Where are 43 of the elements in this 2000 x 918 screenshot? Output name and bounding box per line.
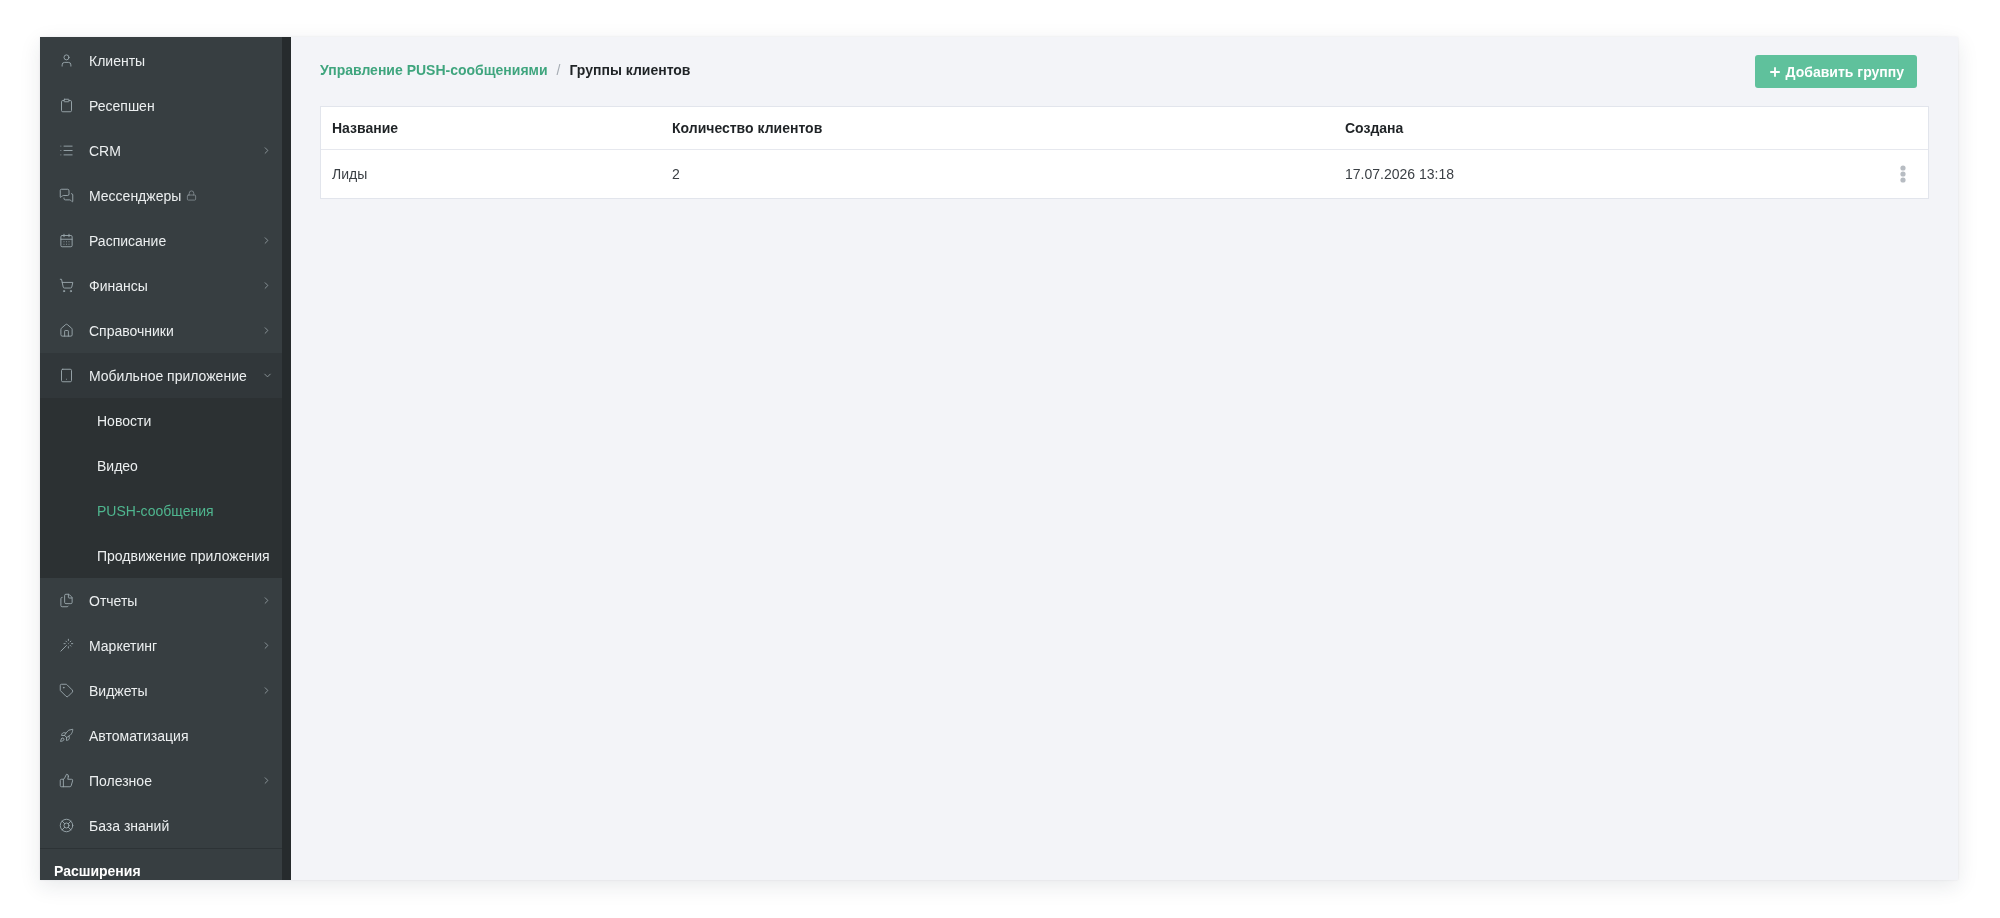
submenu-item[interactable]: Продвижение приложения [40,533,282,578]
sidebar-item[interactable]: CRM [40,128,282,173]
table-cell-text: 2 [671,166,680,182]
calendar-icon [59,233,74,248]
sidebar-item[interactable]: База знаний [40,803,282,848]
submenu-item[interactable]: Видео [40,443,282,488]
clipboard-icon [59,98,74,113]
tag-icon [59,683,74,698]
sidebar-item[interactable]: Отчеты [40,578,282,623]
cart-icon [59,278,74,293]
column-header: Создана [1344,120,1404,136]
sidebar-item[interactable]: Финансы [40,263,282,308]
column-header: Название [331,120,399,136]
files-icon [59,593,74,608]
house-icon [59,323,74,338]
list-icon [59,143,74,158]
column-header: Количество клиентов [671,120,823,136]
table-cell-text: 17.07.2026 13:18 [1344,166,1454,182]
sidebar-item[interactable]: Мобильное приложение [40,353,282,398]
sidebar-item[interactable]: Клиенты [40,38,282,83]
plus-icon [1767,64,1782,79]
tablet-icon [59,368,74,383]
rocket-icon [59,728,74,743]
submenu-item[interactable]: Новости [40,398,282,443]
sidebar-item[interactable]: Расписание [40,218,282,263]
submenu-item[interactable]: PUSH-сообщения [40,488,282,533]
table-cell-text: Лиды [331,166,368,182]
thumbs-up-icon [59,773,74,788]
sidebar-item[interactable]: Полезное [40,758,282,803]
section-title: Расширения [53,862,142,879]
sidebar-item[interactable]: Справочники [40,308,282,353]
life-buoy-icon [59,818,74,833]
sidebar-item[interactable]: Мессенджеры [40,173,282,218]
user-icon [59,53,74,68]
sidebar-item[interactable]: Виджеты [40,668,282,713]
breadcrumb-current: Группы клиентов [569,61,691,78]
sidebar-item[interactable]: Ресепшен [40,83,282,128]
sidebar-item[interactable]: Автоматизация [40,713,282,758]
wand-icon [59,638,74,653]
kebab-menu-icon[interactable] [1900,165,1906,183]
breadcrumb-separator: / [556,61,561,78]
chat-icon [59,188,74,203]
sidebar-item[interactable]: Маркетинг [40,623,282,668]
